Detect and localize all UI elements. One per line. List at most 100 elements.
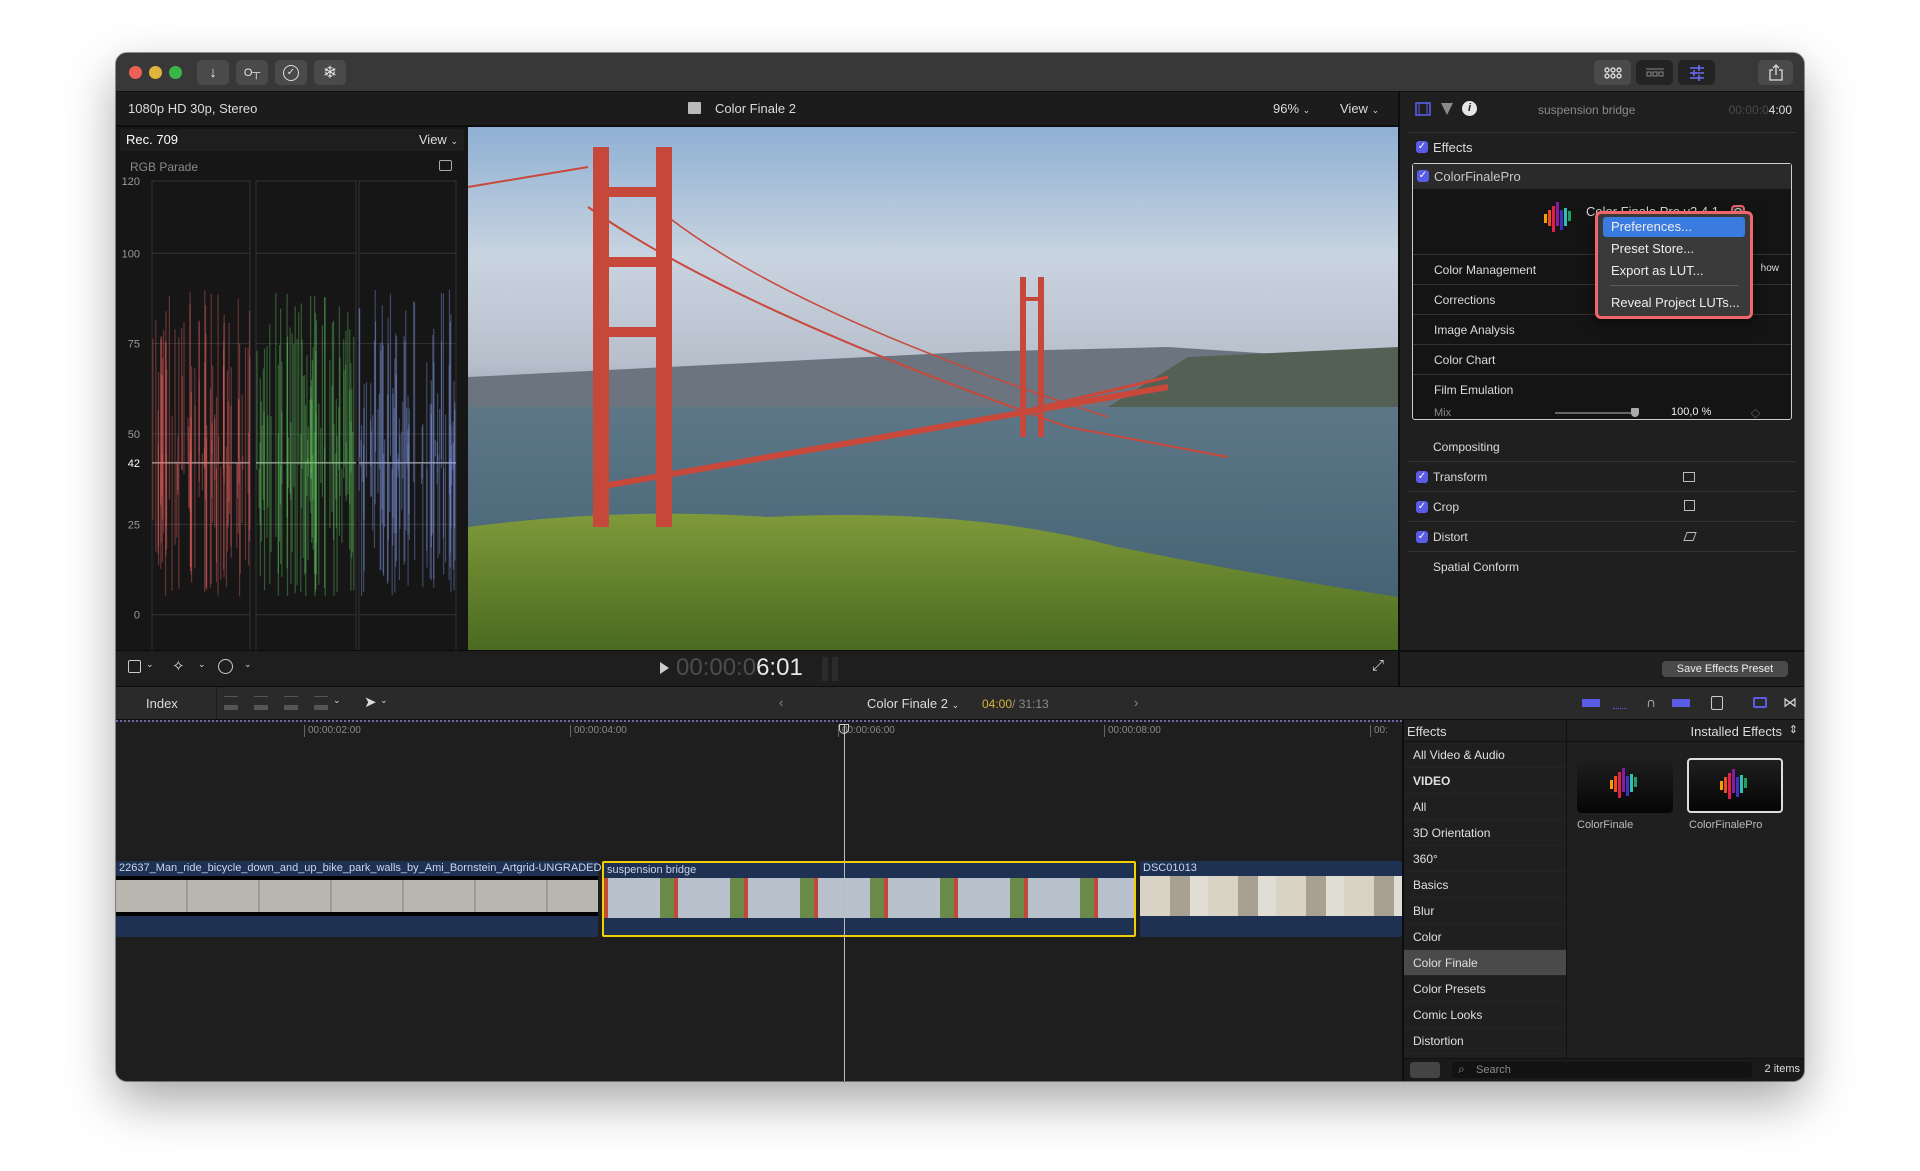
mix-value[interactable]: 100,0 %: [1671, 406, 1711, 418]
section-film-emulation[interactable]: Film Emulation: [1434, 383, 1513, 397]
category-item[interactable]: Color Presets: [1404, 976, 1566, 1002]
category-item[interactable]: Color Finale: [1404, 950, 1566, 976]
connect-clip-icon[interactable]: [224, 696, 238, 710]
close-button[interactable]: [129, 66, 142, 79]
audio-waveform-icon[interactable]: [1613, 697, 1627, 709]
snapping-icon[interactable]: [1672, 699, 1690, 707]
transitions-browser-icon[interactable]: ⋈: [1783, 694, 1797, 711]
share-button[interactable]: [1758, 60, 1793, 85]
category-item[interactable]: Comic Looks: [1404, 1002, 1566, 1028]
index-button[interactable]: Index: [116, 687, 217, 719]
zoom-dropdown[interactable]: 96% ⌄: [1273, 101, 1310, 116]
effects-checkbox[interactable]: ✓: [1416, 141, 1428, 153]
insert-clip-icon[interactable]: [254, 696, 268, 710]
history-forward-icon[interactable]: ›: [1134, 695, 1138, 710]
keyword-button[interactable]: O┬: [236, 60, 268, 85]
ruler-label: 00:00:06:00: [842, 725, 895, 736]
chevron-down-icon[interactable]: ⌄: [146, 659, 154, 670]
menu-item-preset-store[interactable]: Preset Store...: [1603, 239, 1745, 259]
project-dropdown[interactable]: Color Finale 2 ⌄: [867, 696, 959, 711]
compositing-label[interactable]: Compositing: [1433, 440, 1500, 454]
keyframe-icon[interactable]: [1750, 408, 1761, 419]
speed-icon[interactable]: [218, 659, 233, 674]
transform-icon[interactable]: [1683, 472, 1695, 482]
chevron-down-icon[interactable]: ⌄: [198, 659, 206, 670]
effect-thumb-colorfinalepro[interactable]: [1687, 758, 1783, 813]
import-button[interactable]: ↓: [197, 60, 229, 85]
search-field[interactable]: ⌕ Search: [1452, 1062, 1752, 1078]
magic-wand-icon[interactable]: ✧: [172, 657, 185, 675]
playhead[interactable]: [844, 724, 845, 1081]
timeline-clip-selected[interactable]: suspension bridge: [602, 861, 1136, 937]
menu-item-reveal-luts[interactable]: Reveal Project LUTs...: [1603, 293, 1745, 313]
view-dropdown[interactable]: View ⌄: [1340, 101, 1379, 116]
distort-icon[interactable]: [1683, 532, 1697, 541]
section-color-chart[interactable]: Color Chart: [1434, 353, 1495, 367]
effects-browser-icon[interactable]: [1753, 697, 1767, 708]
chevron-down-icon[interactable]: ⌄: [244, 659, 252, 670]
color-inspector-icon[interactable]: [1440, 102, 1454, 116]
crop-label[interactable]: Crop: [1433, 500, 1459, 514]
save-effects-preset-button[interactable]: Save Effects Preset: [1662, 661, 1788, 677]
crop-icon[interactable]: [1684, 500, 1695, 511]
chevron-down-icon: ⌄: [1371, 105, 1380, 115]
append-clip-icon[interactable]: [284, 696, 298, 710]
timeline-toggle-button[interactable]: [1636, 60, 1673, 85]
minimize-button[interactable]: [149, 66, 162, 79]
category-item[interactable]: All: [1404, 794, 1566, 820]
video-inspector-icon[interactable]: [1415, 102, 1431, 116]
show-toggle[interactable]: how: [1761, 263, 1779, 274]
plugin-button[interactable]: ❄: [314, 60, 346, 85]
section-color-management[interactable]: Color Management: [1434, 263, 1536, 277]
category-item[interactable]: Basics: [1404, 872, 1566, 898]
timecode-dim: 00:00:0: [676, 654, 757, 681]
colorfinalepro-checkbox[interactable]: ✓: [1417, 170, 1429, 182]
sidebar-toggle-icon[interactable]: [1410, 1062, 1440, 1078]
timeline-clip[interactable]: DSC01013: [1140, 861, 1402, 937]
viewer-canvas[interactable]: [468, 127, 1398, 650]
transform-tool-icon[interactable]: [128, 660, 141, 673]
mix-slider[interactable]: [1555, 408, 1639, 417]
inspector-toggle-button[interactable]: [1678, 60, 1715, 85]
playhead-handle[interactable]: [839, 724, 849, 734]
distort-label[interactable]: Distort: [1433, 530, 1468, 544]
history-back-icon[interactable]: ‹: [779, 695, 783, 710]
category-item[interactable]: Distortion: [1404, 1028, 1566, 1054]
mix-slider-knob[interactable]: [1631, 408, 1639, 417]
category-item[interactable]: 360°: [1404, 846, 1566, 872]
overwrite-clip-icon[interactable]: [314, 696, 328, 710]
spatial-conform-label[interactable]: Spatial Conform: [1433, 560, 1519, 574]
scope-view-dropdown[interactable]: View ⌄: [419, 132, 458, 147]
view-label: View: [1340, 101, 1368, 116]
transform-checkbox[interactable]: ✓: [1416, 471, 1428, 483]
background-tasks-button[interactable]: ✓: [275, 60, 307, 85]
browser-toggle-button[interactable]: [1594, 60, 1631, 85]
category-item[interactable]: All Video & Audio: [1404, 742, 1566, 768]
select-tool-icon[interactable]: ➤: [364, 693, 377, 711]
category-item[interactable]: Color: [1404, 924, 1566, 950]
fullscreen-icon[interactable]: ⤢: [1372, 657, 1384, 674]
clip-appearance-icon[interactable]: [1582, 699, 1600, 707]
info-icon[interactable]: i: [1462, 101, 1477, 116]
section-corrections[interactable]: Corrections: [1434, 293, 1495, 307]
category-item[interactable]: Blur: [1404, 898, 1566, 924]
effect-thumb-colorfinale[interactable]: [1577, 758, 1673, 813]
zoom-button[interactable]: [169, 66, 182, 79]
timeline-ruler[interactable]: 00:00:02:00 00:00:04:00 00:00:06:00 00:00:0…: [116, 720, 1402, 740]
headphones-icon[interactable]: ∩: [1646, 694, 1656, 710]
menu-item-preferences[interactable]: Preferences...: [1603, 217, 1745, 237]
play-icon[interactable]: [660, 662, 669, 674]
filmstrip-icon[interactable]: [1711, 696, 1723, 710]
timeline[interactable]: 00:00:02:00 00:00:04:00 00:00:06:00 00:00:0…: [116, 720, 1402, 1081]
installed-effects-dropdown[interactable]: Installed Effects ⇕: [1567, 720, 1804, 742]
timeline-clip[interactable]: 22637_Man_ride_bicycle_down_and_up_bike_…: [116, 861, 614, 937]
chevron-down-icon[interactable]: ⌄: [333, 695, 341, 706]
scope-settings-icon[interactable]: [439, 160, 452, 171]
section-image-analysis[interactable]: Image Analysis: [1434, 323, 1515, 337]
menu-item-export-lut[interactable]: Export as LUT...: [1603, 261, 1745, 281]
crop-checkbox[interactable]: ✓: [1416, 501, 1428, 513]
transform-label[interactable]: Transform: [1433, 470, 1487, 484]
chevron-down-icon[interactable]: ⌄: [380, 695, 388, 706]
category-item[interactable]: 3D Orientation: [1404, 820, 1566, 846]
distort-checkbox[interactable]: ✓: [1416, 531, 1428, 543]
